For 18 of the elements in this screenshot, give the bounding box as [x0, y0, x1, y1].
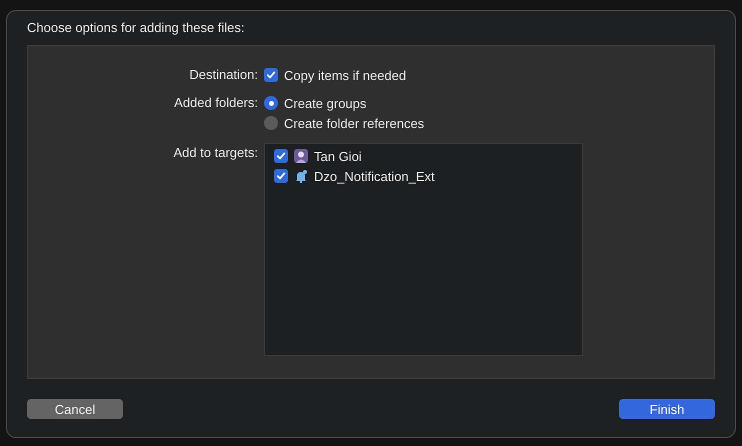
radio-button[interactable]	[264, 96, 278, 110]
field-label: Add to targets:	[173, 145, 258, 160]
finish-button[interactable]: Finish	[619, 399, 715, 419]
checkbox[interactable]	[264, 68, 278, 82]
checkbox[interactable]	[274, 169, 288, 183]
radio-label: Create groups	[284, 96, 366, 110]
target-name: Dzo_Notification_Ext	[314, 168, 435, 184]
bell-icon	[294, 169, 308, 183]
cancel-button[interactable]: Cancel	[27, 399, 123, 419]
radio-button[interactable]	[264, 116, 278, 130]
dialog-title: Choose options for adding these files:	[27, 20, 246, 36]
field-label: Added folders:	[174, 95, 258, 110]
app-icon	[294, 149, 308, 163]
field-label: Destination:	[189, 67, 258, 82]
checkbox-label: Copy items if needed	[284, 68, 406, 82]
radio-label: Create folder references	[284, 116, 424, 130]
checkbox[interactable]	[274, 149, 288, 163]
target-name: Tan Gioi	[314, 148, 362, 164]
